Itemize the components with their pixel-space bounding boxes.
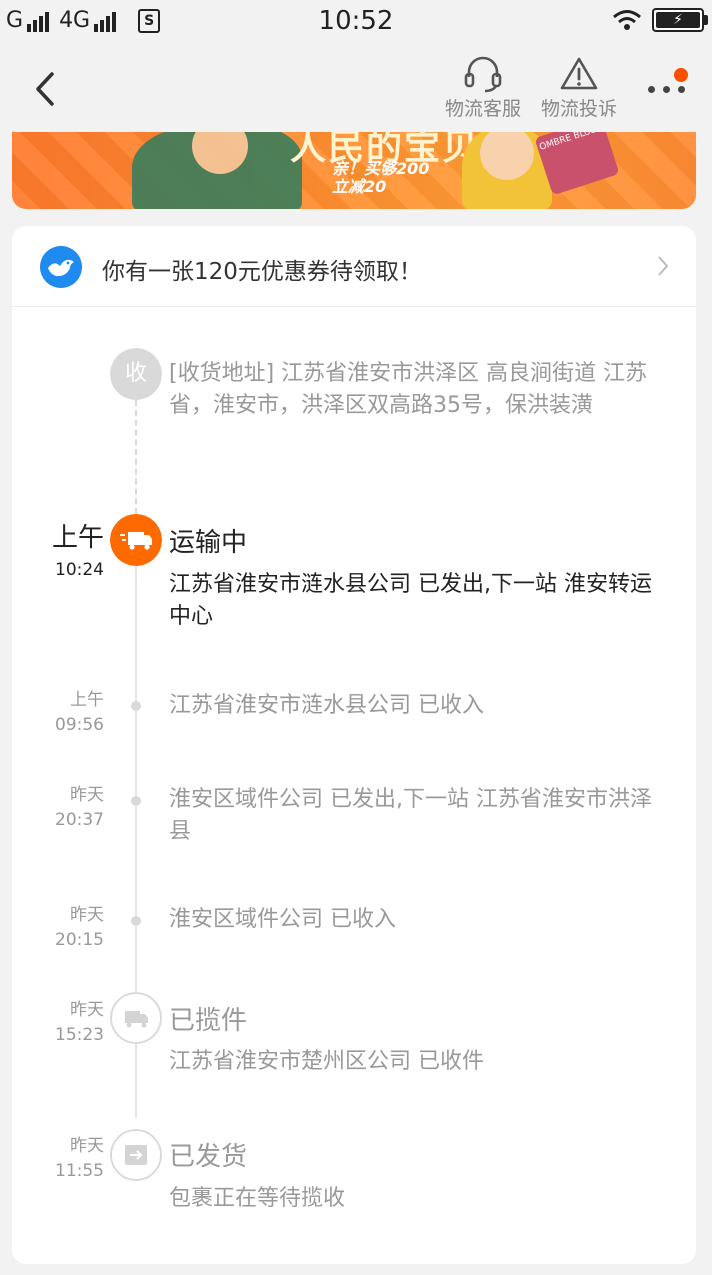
receiving-address: [收货地址] 江苏省淮安市洪泽区 高良涧街道 江苏省，淮安市，洪泽区双高路35号…: [169, 361, 648, 418]
more-icon: [648, 86, 685, 93]
logistics-card: 你有一张120元优惠券待领取！ 收 [收货地址] 江苏省淮安市洪泽区 高良涧街道…: [12, 226, 696, 1264]
logistics-complaint-button[interactable]: 物流投诉: [536, 54, 622, 121]
timeline-date: 昨天: [70, 1136, 104, 1156]
status-description: 江苏省淮安市涟水县公司 已收入: [169, 693, 484, 718]
timeline-time: 15:23: [55, 1025, 104, 1045]
logistics-complaint-label: 物流投诉: [540, 98, 617, 120]
status-description: 包裹正在等待揽收: [169, 1186, 346, 1211]
timeline-time: 11:55: [55, 1161, 104, 1181]
timeline-time: 10:24: [55, 560, 104, 580]
timeline-date: 昨天: [70, 785, 104, 805]
chevron-right-icon: [658, 256, 669, 276]
status-title: 运输中: [169, 528, 248, 558]
status-description: 淮安区域件公司 已收入: [169, 907, 396, 932]
banner-promo: 亲！买够200 立减20: [332, 159, 430, 196]
timeline-time: 20:15: [55, 930, 104, 950]
promo-banner[interactable]: 人民的宝贝 亲！买够200 立减20 OMBRE BLUSH: [12, 132, 696, 209]
headset-icon: [464, 56, 502, 93]
battery-icon: ⚡: [652, 8, 708, 32]
status-description: 淮安区域件公司 已发出,下一站 江苏省淮安市洪泽县: [169, 787, 652, 844]
coupon-text: 你有一张120元优惠券待领取！: [102, 259, 422, 285]
timeline-time: 09:56: [55, 715, 104, 735]
timeline-time: 20:37: [55, 810, 104, 830]
logistics-service-button[interactable]: 物流客服: [440, 54, 526, 121]
status-description: 江苏省淮安市涟水县公司 已发出,下一站 淮安转运中心: [169, 572, 652, 629]
notification-dot: [674, 68, 688, 82]
wifi-icon: [613, 10, 641, 30]
banner-illustration-left: [132, 132, 302, 209]
timeline-date: 上午: [70, 690, 104, 710]
status-title: 已发货: [169, 1142, 248, 1172]
receive-node-label: 收: [124, 361, 147, 386]
timeline-date: 上午: [51, 523, 104, 553]
timeline-dot: [131, 796, 141, 806]
truck-icon: [110, 514, 162, 566]
timeline-dot: [131, 916, 141, 926]
status-title: 已揽件: [169, 1006, 248, 1036]
timeline-date: 昨天: [70, 1000, 104, 1020]
warning-icon: [560, 57, 598, 90]
coupon-row[interactable]: 你有一张120元优惠券待领取！: [12, 226, 696, 307]
status-bar: G 4G S 10:52 ⚡: [0, 0, 712, 44]
timeline-dot: [131, 701, 141, 711]
timeline-date: 昨天: [70, 905, 104, 925]
shipped-icon: [110, 1129, 162, 1181]
back-icon[interactable]: [28, 66, 64, 112]
nav-bar: 物流客服 物流投诉: [0, 44, 712, 132]
pickup-truck-icon: [110, 992, 162, 1044]
timeline-dashed-line: [135, 400, 137, 514]
status-description: 江苏省淮安市楚州区公司 已收件: [169, 1049, 484, 1074]
coupon-bird-icon: [40, 246, 82, 288]
clock: 10:52: [318, 6, 394, 36]
logistics-service-label: 物流客服: [444, 98, 521, 120]
more-menu-button[interactable]: [644, 68, 688, 108]
